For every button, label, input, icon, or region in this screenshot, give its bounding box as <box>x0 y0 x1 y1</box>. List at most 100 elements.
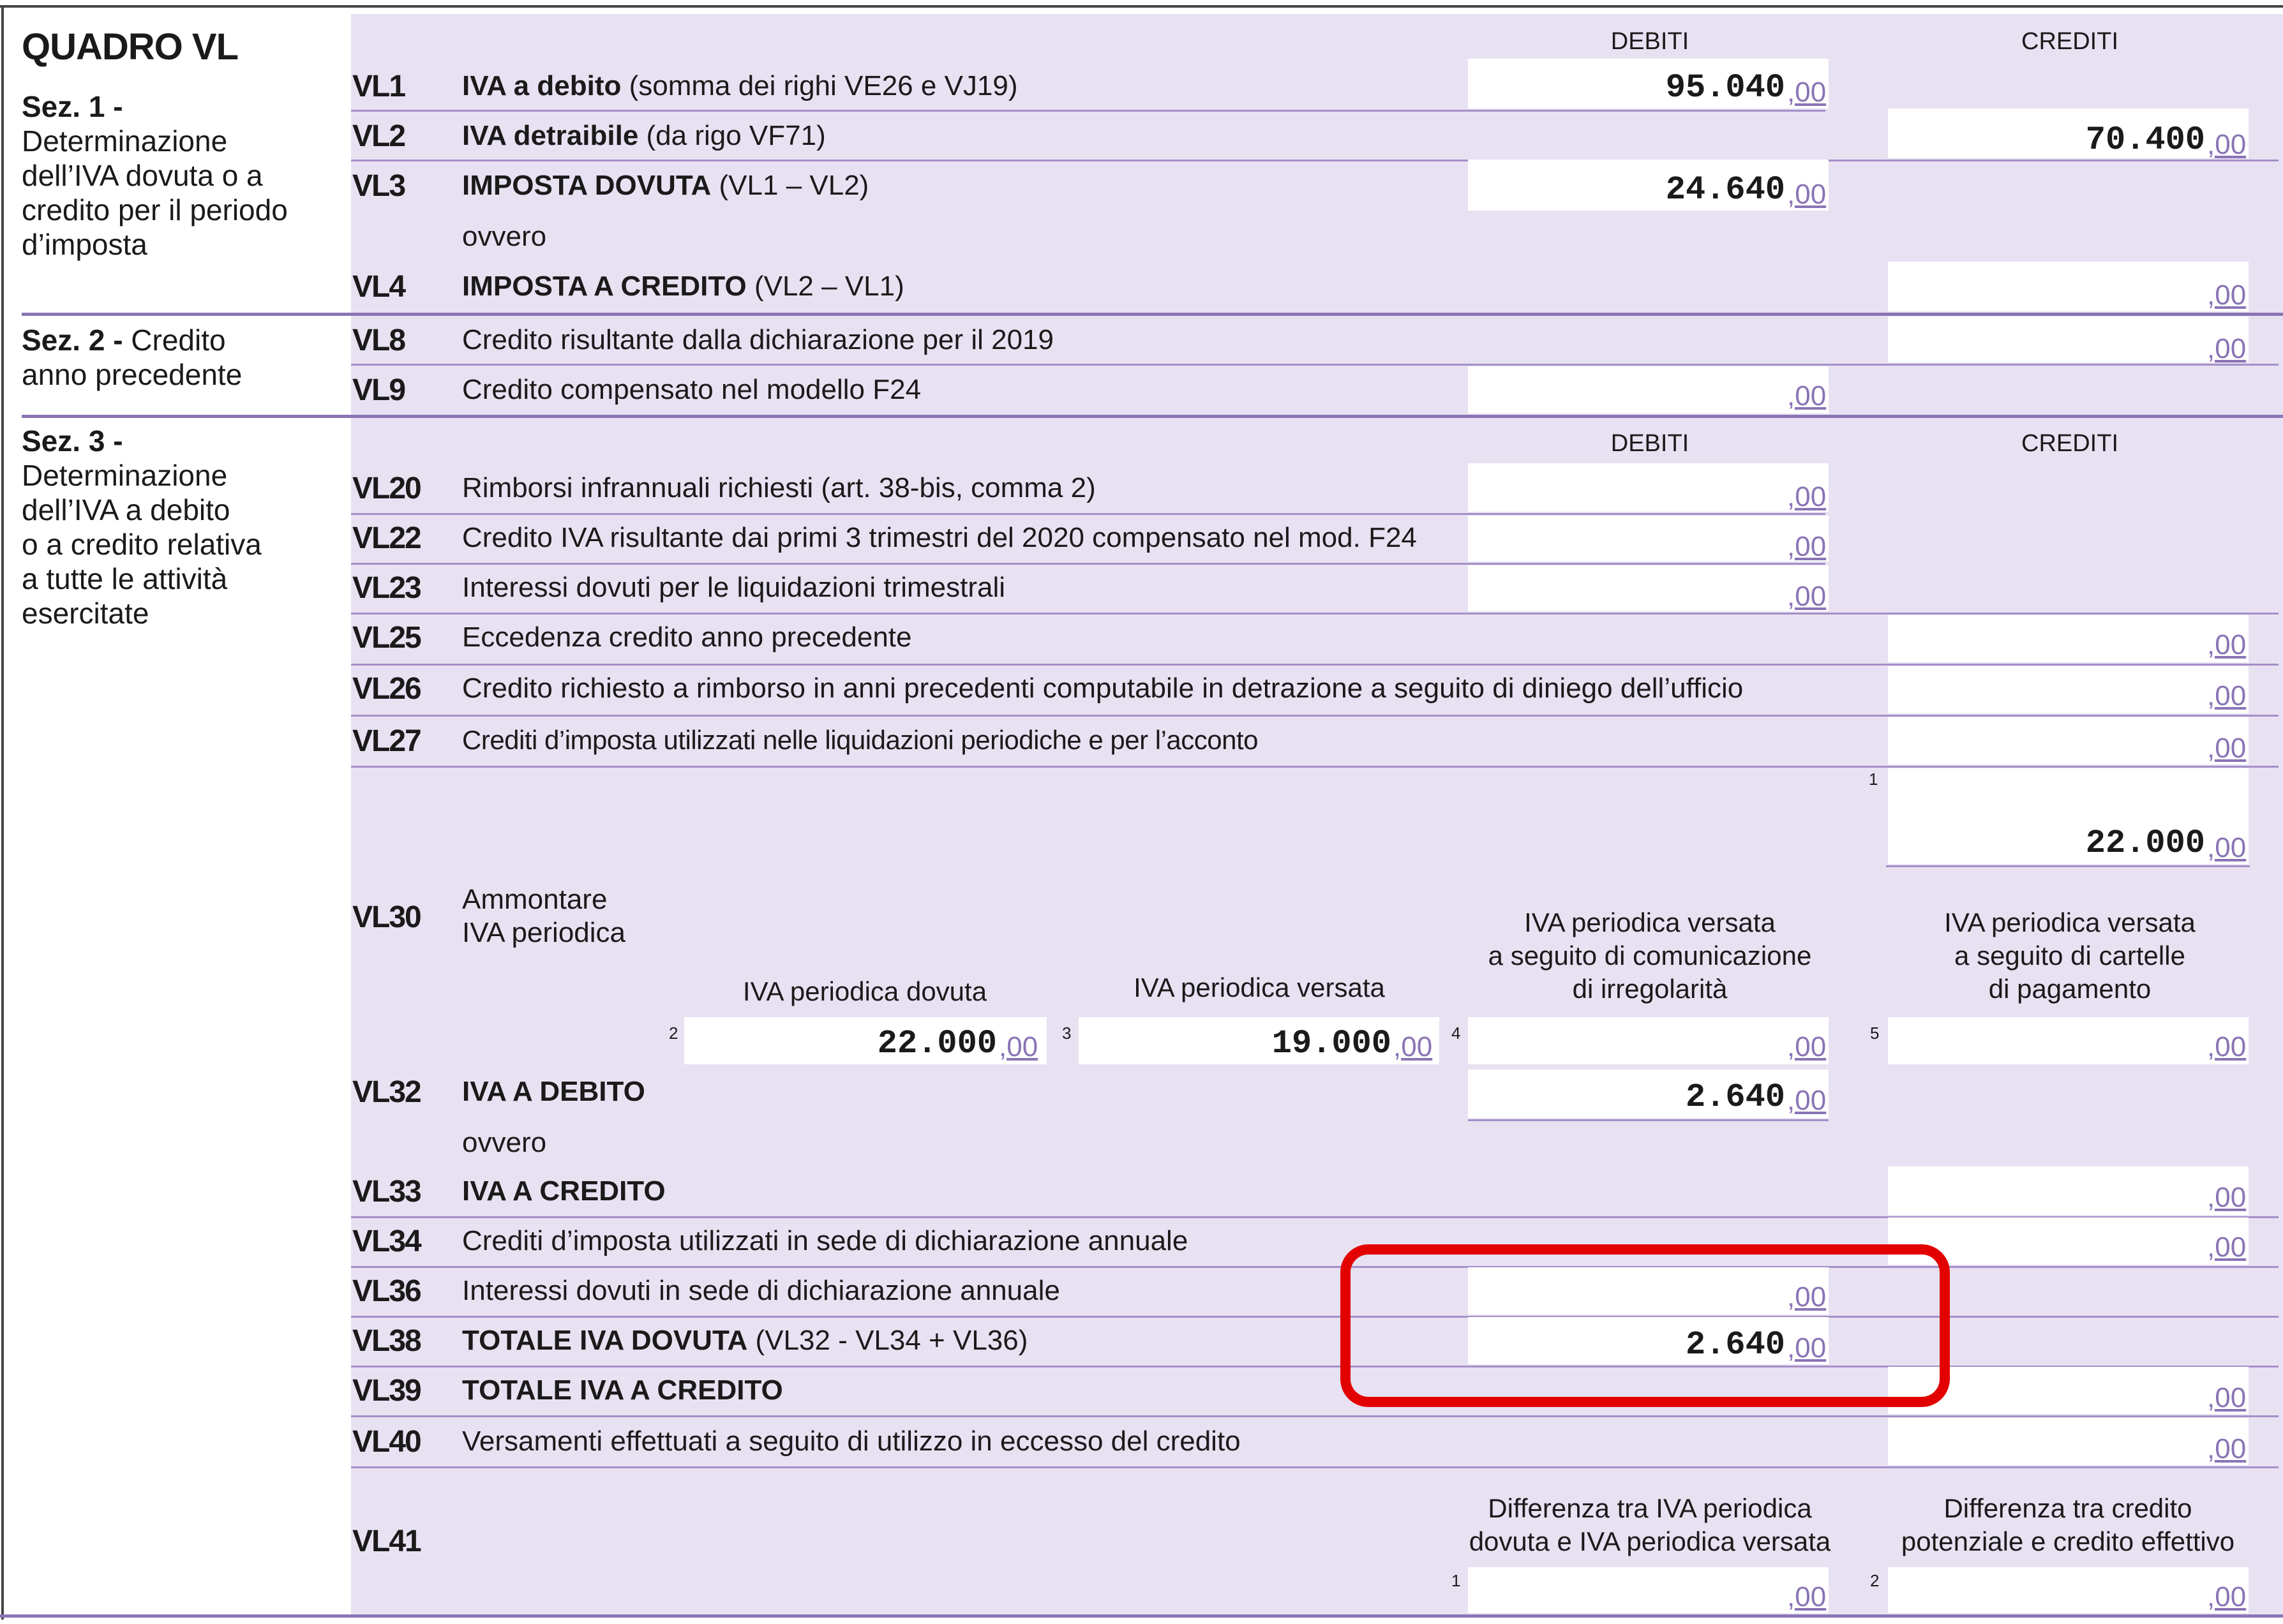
row-rule-vl39 <box>351 1415 2279 1417</box>
row-code-vl34: VL34 <box>352 1225 422 1258</box>
row-rule-vl2 <box>351 160 2279 161</box>
row-code-vl20: VL20 <box>352 472 422 505</box>
row-rule-vl27 <box>351 766 2279 768</box>
section-3-line-4: a tutte le attività <box>22 562 228 595</box>
field-vl4-crediti[interactable] <box>1888 262 2249 311</box>
section-1-heading: Sez. 1 - <box>22 90 123 123</box>
value-vl30-3: 19.000 <box>1271 1025 1391 1062</box>
field-vl22-debiti[interactable] <box>1468 516 1829 562</box>
row-code-vl32: VL32 <box>352 1075 422 1109</box>
row-desc-vl39: TOTALE IVA A CREDITO <box>462 1374 783 1406</box>
tax-form-page: QUADRO VL Sez. 1 - Determinazione dell’I… <box>0 0 2283 1624</box>
row-desc-vl3-rest: (VL1 – VL2) <box>711 170 869 201</box>
header-debiti-1: DEBITI <box>1610 28 1689 55</box>
row-rule-vl40 <box>351 1466 2279 1468</box>
row-code-vl39: VL39 <box>352 1374 422 1408</box>
section-2-heading: Sez. 2 - <box>22 324 123 357</box>
section-separator-1 <box>22 313 2283 316</box>
row-rule-vl34 <box>351 1266 2279 1268</box>
field-vl40-crediti[interactable] <box>1888 1418 2249 1465</box>
field-vl41-2[interactable] <box>1888 1567 2249 1613</box>
decimals-vl39-crediti: ,00 <box>2207 1382 2247 1413</box>
row-code-vl26: VL26 <box>352 672 422 706</box>
field-vl9-debiti[interactable] <box>1468 366 1829 413</box>
row-code-vl41: VL41 <box>352 1524 422 1558</box>
value-vl32-debiti: 2.640 <box>1685 1078 1785 1116</box>
value-vl2-crediti: 70.400 <box>2085 121 2205 159</box>
decimals-vl26-crediti: ,00 <box>2207 680 2247 711</box>
vl30-f5-label-line-3: di pagamento <box>1988 974 2152 1004</box>
header-crediti-2: CREDITI <box>2021 430 2118 457</box>
row-code-vl8: VL8 <box>352 324 406 357</box>
field-vl8-crediti[interactable] <box>1888 317 2249 362</box>
decimals-vl40-crediti: ,00 <box>2207 1433 2247 1464</box>
field-vl33-crediti[interactable] <box>1888 1166 2249 1215</box>
section-2-label: Sez. 2 - Credito anno precedente <box>22 323 242 392</box>
vl30-label-line-2: IVA periodica <box>462 917 626 948</box>
row-desc-vl36: Interessi dovuti in sede di dichiarazion… <box>462 1275 1060 1306</box>
row-rule-vl1 <box>351 110 1825 112</box>
row-desc-vl38-bold: TOTALE IVA DOVUTA <box>462 1325 748 1356</box>
frame-left-border <box>1 5 4 1620</box>
field-vl23-debiti[interactable] <box>1468 565 1829 611</box>
vl41-field-number-1: 1 <box>1451 1571 1461 1590</box>
decimals-vl30-4: ,00 <box>1787 1031 1827 1062</box>
section-2-line-1: anno precedente <box>22 358 243 391</box>
decimals-vl8-crediti: ,00 <box>2207 333 2247 364</box>
value-vl3-debiti: 24.640 <box>1665 171 1785 209</box>
row-code-vl9: VL9 <box>352 373 406 407</box>
decimals-vl23-debiti: ,00 <box>1787 581 1827 612</box>
row-rule-vl22 <box>351 563 1825 565</box>
field-vl26-crediti[interactable] <box>1888 666 2249 713</box>
row-desc-vl1-bold: IVA a debito <box>462 70 622 101</box>
vl30-label: Ammontare IVA periodica <box>462 883 625 950</box>
decimals-vl2-crediti: ,00 <box>2207 129 2247 160</box>
vl41-c2-label-line-2: potenziale e credito effettivo <box>1901 1526 2235 1556</box>
vl30-field-number-4: 4 <box>1451 1024 1461 1043</box>
row-desc-vl3: IMPOSTA DOVUTA (VL1 – VL2) <box>462 170 869 202</box>
vl41-c1-label-line-1: Differenza tra IVA periodica <box>1488 1493 1812 1523</box>
rule-vl32-debiti <box>1468 1119 1829 1121</box>
decimals-vl20-debiti: ,00 <box>1787 481 1827 512</box>
row-code-vl25: VL25 <box>352 621 422 655</box>
row-code-vl38: VL38 <box>352 1324 422 1358</box>
field-vl30-5[interactable] <box>1888 1017 2249 1064</box>
row-desc-vl32-bold: IVA A DEBITO <box>462 1076 645 1107</box>
row-rule-vl25 <box>351 664 2279 666</box>
vl30-field-number-2: 2 <box>669 1024 678 1043</box>
vl30-label-line-1: Ammontare <box>462 884 608 915</box>
row-desc-vl34: Crediti d’imposta utilizzati in sede di … <box>462 1225 1188 1256</box>
row-desc-vl4: IMPOSTA A CREDITO (VL2 – VL1) <box>462 271 904 302</box>
field-vl25-crediti[interactable] <box>1888 615 2249 662</box>
row-desc-vl2-rest: (da rigo VF71) <box>638 120 826 151</box>
vl41-c2-label-line-1: Differenza tra credito <box>1943 1493 2192 1523</box>
field-vl27-crediti[interactable] <box>1888 717 2249 764</box>
vl30-f5-label-line-2: a seguito di cartelle <box>1954 941 2185 971</box>
row-desc-vl27: Crediti d’imposta utilizzati nelle liqui… <box>462 725 1259 755</box>
row-desc-vl25: Eccedenza credito anno precedente <box>462 622 912 653</box>
ovvero-vl32: ovvero <box>462 1127 547 1158</box>
decimals-vl33-crediti: ,00 <box>2207 1182 2247 1213</box>
row-code-vl4: VL4 <box>352 270 406 304</box>
decimals-vl1-debiti: ,00 <box>1787 77 1827 108</box>
header-debiti-2: DEBITI <box>1610 430 1689 457</box>
decimals-vl34-crediti: ,00 <box>2207 1232 2247 1263</box>
decimals-vl32-debiti: ,00 <box>1787 1085 1827 1116</box>
section-3-line-3: o a credito relativa <box>22 528 262 561</box>
section-separator-2 <box>22 415 2283 418</box>
row-code-vl40: VL40 <box>352 1425 422 1459</box>
frame-top-border <box>0 5 2283 8</box>
field-vl20-debiti[interactable] <box>1468 463 1829 512</box>
field-vl41-1[interactable] <box>1468 1567 1829 1613</box>
row-desc-vl4-rest: (VL2 – VL1) <box>746 271 904 302</box>
row-desc-vl38: TOTALE IVA DOVUTA (VL32 - VL34 + VL36) <box>462 1325 1028 1357</box>
decimals-vl41-2: ,00 <box>2207 1581 2247 1613</box>
row-code-vl33: VL33 <box>352 1175 422 1209</box>
row-code-vl36: VL36 <box>352 1274 422 1308</box>
field-vl30-4[interactable] <box>1468 1017 1829 1064</box>
vl30-f4-label-line-2: a seguito di comunicazione <box>1488 941 1812 971</box>
decimals-vl27-crediti: ,00 <box>2207 733 2247 764</box>
row-desc-vl2: IVA detraibile (da rigo VF71) <box>462 120 826 152</box>
section-3-label: Sez. 3 - Determinazione dell’IVA a debit… <box>22 424 262 630</box>
value-vl30-1: 22.000 <box>2085 824 2205 862</box>
